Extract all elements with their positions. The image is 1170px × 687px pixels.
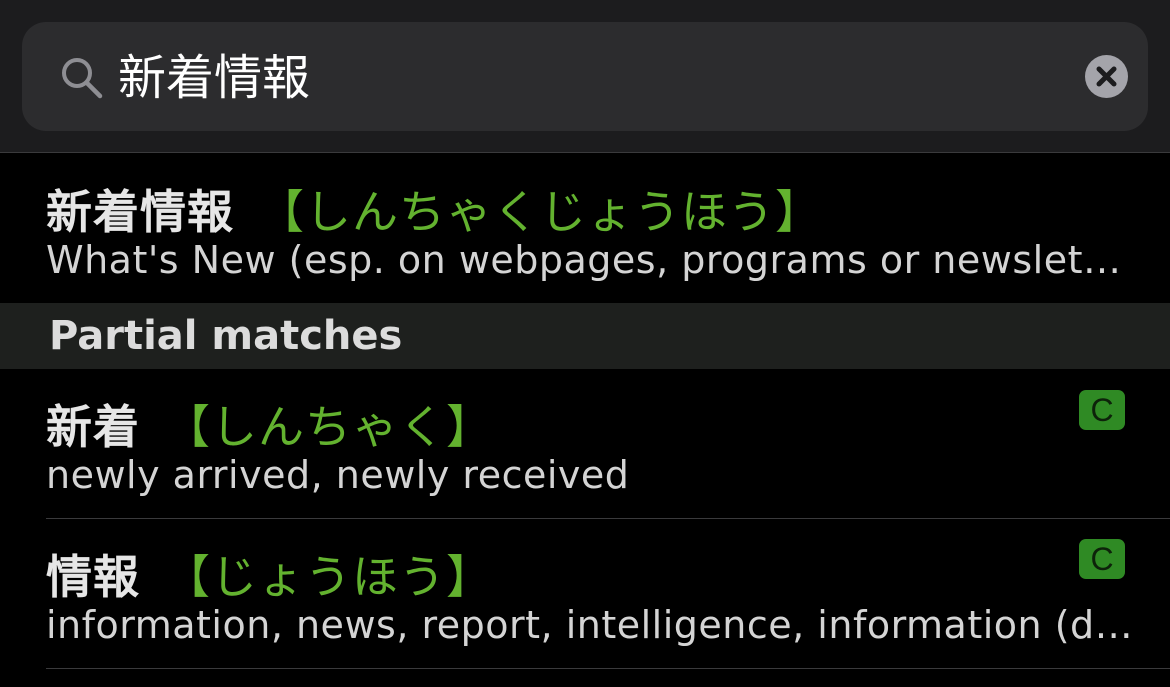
clear-icon (1096, 66, 1117, 87)
exact-match-row[interactable]: 新着情報 【しんちゃくじょうほう】 What's New (esp. on web… (0, 154, 1170, 303)
entry-reading: 【じょうほう】 (164, 550, 493, 604)
search-header (0, 0, 1170, 153)
entry-definition: newly arrived, newly received (46, 453, 630, 497)
header-separator (0, 152, 1170, 153)
entry-definition: What's New (esp. on webpages, programs o… (46, 238, 1136, 282)
search-icon (62, 58, 103, 99)
common-word-badge: C (1079, 539, 1125, 579)
entry-word: 情報 【じょうほう】 (46, 541, 493, 607)
entry-word: 新着 【しんちゃく】 (46, 391, 493, 457)
entry-reading: 【しんちゃく】 (164, 400, 493, 454)
clear-search-button[interactable] (1085, 55, 1128, 98)
common-word-badge: C (1079, 390, 1125, 430)
entry-word: 新着情報 【しんちゃくじょうほう】 (46, 176, 822, 242)
entry-kanji: 新着 (46, 400, 140, 454)
partial-match-row[interactable]: 新着 【しんちゃく】 C newly arrived, newly receive… (0, 369, 1170, 518)
entry-definition: information, news, report, intelligence,… (46, 603, 1136, 647)
entry-reading: 【しんちゃくじょうほう】 (258, 185, 822, 239)
partial-match-row[interactable]: 情報 【じょうほう】 C information, news, report, i… (0, 519, 1170, 668)
section-title: Partial matches (49, 313, 403, 359)
entry-kanji: 情報 (46, 550, 140, 604)
entry-kanji: 新着情報 (46, 185, 234, 239)
search-input[interactable] (118, 42, 1068, 114)
row-divider (46, 668, 1170, 669)
section-header-partial-matches: Partial matches (0, 303, 1170, 369)
